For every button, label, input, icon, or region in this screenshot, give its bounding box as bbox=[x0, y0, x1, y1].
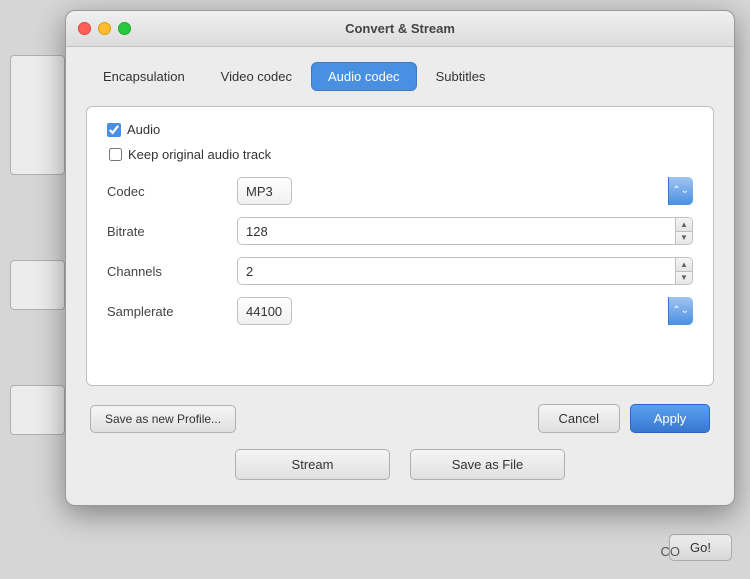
channels-label: Channels bbox=[107, 264, 237, 279]
samplerate-control: 44100 22050 11025 48000 bbox=[237, 297, 693, 325]
save-as-file-button[interactable]: Save as File bbox=[410, 449, 565, 480]
save-profile-button[interactable]: Save as new Profile... bbox=[90, 405, 236, 433]
channels-input[interactable] bbox=[237, 257, 675, 285]
bg-panel-left bbox=[10, 55, 65, 175]
channels-down-button[interactable]: ▼ bbox=[676, 272, 692, 285]
keep-original-label: Keep original audio track bbox=[128, 147, 271, 162]
window-title: Convert & Stream bbox=[345, 21, 455, 36]
co-label: CO bbox=[661, 544, 681, 559]
dialog-window: Convert & Stream Encapsulation Video cod… bbox=[65, 10, 735, 506]
codec-control: MP3 AAC Vorbis FLAC bbox=[237, 177, 693, 205]
window-controls bbox=[78, 22, 131, 35]
codec-select[interactable]: MP3 AAC Vorbis FLAC bbox=[237, 177, 292, 205]
right-button-group: Cancel Apply bbox=[538, 404, 710, 433]
samplerate-select-wrapper: 44100 22050 11025 48000 bbox=[237, 297, 693, 325]
samplerate-row: Samplerate 44100 22050 11025 48000 bbox=[107, 297, 693, 325]
content-area: Audio Keep original audio track Codec MP… bbox=[86, 106, 714, 386]
bitrate-up-button[interactable]: ▲ bbox=[676, 218, 692, 232]
dialog-bottom-buttons: Save as new Profile... Cancel Apply bbox=[86, 404, 714, 433]
channels-up-button[interactable]: ▲ bbox=[676, 258, 692, 272]
tab-subtitles[interactable]: Subtitles bbox=[419, 62, 503, 91]
bitrate-spinner-wrap: ▲ ▼ bbox=[237, 217, 693, 245]
channels-spinner-buttons: ▲ ▼ bbox=[675, 257, 693, 285]
tab-encapsulation[interactable]: Encapsulation bbox=[86, 62, 202, 91]
samplerate-select[interactable]: 44100 22050 11025 48000 bbox=[237, 297, 292, 325]
stream-button[interactable]: Stream bbox=[235, 449, 390, 480]
audio-checkbox-row: Audio bbox=[107, 122, 693, 137]
close-button[interactable] bbox=[78, 22, 91, 35]
cancel-button[interactable]: Cancel bbox=[538, 404, 620, 433]
maximize-button[interactable] bbox=[118, 22, 131, 35]
channels-spinner-wrap: ▲ ▼ bbox=[237, 257, 693, 285]
channels-control: ▲ ▼ bbox=[237, 257, 693, 285]
channels-row: Channels ▲ ▼ bbox=[107, 257, 693, 285]
dialog-body: Encapsulation Video codec Audio codec Su… bbox=[66, 47, 734, 505]
codec-select-wrapper: MP3 AAC Vorbis FLAC bbox=[237, 177, 693, 205]
tab-bar: Encapsulation Video codec Audio codec Su… bbox=[86, 62, 714, 91]
bitrate-input[interactable] bbox=[237, 217, 675, 245]
bitrate-spinner-buttons: ▲ ▼ bbox=[675, 217, 693, 245]
titlebar: Convert & Stream bbox=[66, 11, 734, 47]
tab-video-codec[interactable]: Video codec bbox=[204, 62, 309, 91]
tab-audio-codec[interactable]: Audio codec bbox=[311, 62, 417, 91]
samplerate-label: Samplerate bbox=[107, 304, 237, 319]
audio-checkbox-label: Audio bbox=[127, 122, 160, 137]
bitrate-row: Bitrate ▲ ▼ bbox=[107, 217, 693, 245]
bitrate-down-button[interactable]: ▼ bbox=[676, 232, 692, 245]
keep-original-row: Keep original audio track bbox=[109, 147, 693, 162]
minimize-button[interactable] bbox=[98, 22, 111, 35]
bg-panel-left3 bbox=[10, 385, 65, 435]
codec-label: Codec bbox=[107, 184, 237, 199]
bitrate-label: Bitrate bbox=[107, 224, 237, 239]
codec-row: Codec MP3 AAC Vorbis FLAC bbox=[107, 177, 693, 205]
bottom-action-buttons: Stream Save as File bbox=[86, 449, 714, 485]
bitrate-control: ▲ ▼ bbox=[237, 217, 693, 245]
apply-button[interactable]: Apply bbox=[630, 404, 710, 433]
keep-original-checkbox[interactable] bbox=[109, 148, 122, 161]
audio-checkbox[interactable] bbox=[107, 123, 121, 137]
bg-panel-left2 bbox=[10, 260, 65, 310]
